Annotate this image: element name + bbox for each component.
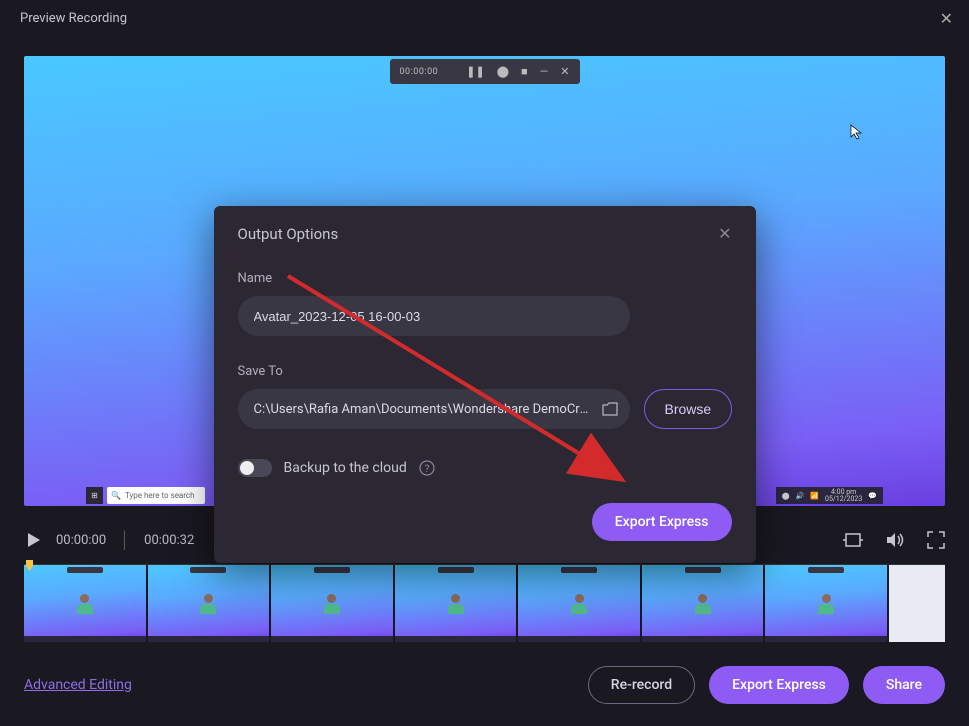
dialog-close-icon[interactable]: ✕ (718, 224, 731, 243)
windows-search-box: 🔍Type here to search (107, 487, 205, 504)
recording-overlay-bar: 00:00:00 ❚❚ ⬤ ■ — ✕ (390, 59, 580, 84)
window-title: Preview Recording (20, 11, 127, 26)
window-titlebar: Preview Recording ✕ (0, 0, 969, 36)
export-express-button[interactable]: Export Express (709, 666, 849, 704)
pause-icon: ❚❚ (466, 65, 484, 78)
timeline-thumb[interactable] (24, 565, 146, 642)
timeline-thumb[interactable] (518, 565, 640, 642)
fullscreen-icon[interactable] (927, 531, 945, 549)
timeline-thumb[interactable] (642, 565, 764, 642)
windows-start-icon: ⊞ (86, 487, 103, 504)
timeline-thumb[interactable] (765, 565, 887, 642)
close-overlay-icon: ✕ (560, 65, 569, 78)
close-icon[interactable]: ✕ (940, 9, 953, 28)
timeline-thumb[interactable] (271, 565, 393, 642)
help-icon[interactable]: ? (419, 460, 435, 476)
timeline-thumb[interactable] (395, 565, 517, 642)
name-label: Name (238, 271, 732, 286)
timeline-thumb[interactable] (148, 565, 270, 642)
share-button[interactable]: Share (863, 666, 945, 704)
dialog-title: Output Options (238, 225, 339, 243)
folder-icon (602, 402, 618, 416)
backup-cloud-toggle[interactable] (238, 459, 272, 477)
name-input[interactable] (238, 296, 630, 336)
play-icon[interactable] (24, 531, 42, 549)
stop-icon: ■ (521, 65, 528, 78)
crop-icon[interactable] (843, 531, 863, 549)
advanced-editing-link[interactable]: Advanced Editing (24, 677, 132, 693)
mouse-cursor-icon (850, 124, 864, 140)
duration: 00:00:32 (144, 533, 194, 548)
save-path-text: C:\Users\Rafia Aman\Documents\Wondershar… (254, 402, 594, 417)
save-to-label: Save To (238, 364, 732, 379)
timeline-playhead[interactable] (26, 560, 33, 571)
save-path-input[interactable]: C:\Users\Rafia Aman\Documents\Wondershar… (238, 389, 630, 429)
svg-text:?: ? (424, 464, 429, 475)
timeline-thumb-end[interactable] (889, 565, 945, 642)
timeline[interactable] (24, 564, 945, 642)
overlay-time: 00:00:00 (400, 67, 439, 77)
minimize-icon: — (540, 65, 549, 78)
dialog-export-button[interactable]: Export Express (592, 503, 732, 541)
re-record-button[interactable]: Re-record (588, 666, 695, 704)
output-options-dialog: Output Options ✕ Name Save To C:\Users\R… (214, 206, 756, 563)
volume-icon[interactable] (885, 531, 905, 549)
current-time: 00:00:00 (56, 533, 106, 548)
windows-system-tray: ⬤🔊📶 4:00 pm 05/12/2023 💬 (776, 487, 883, 504)
backup-label: Backup to the cloud (284, 460, 407, 476)
record-icon: ⬤ (497, 65, 509, 78)
browse-button[interactable]: Browse (644, 389, 733, 429)
footer-bar: Advanced Editing Re-record Export Expres… (24, 666, 945, 704)
